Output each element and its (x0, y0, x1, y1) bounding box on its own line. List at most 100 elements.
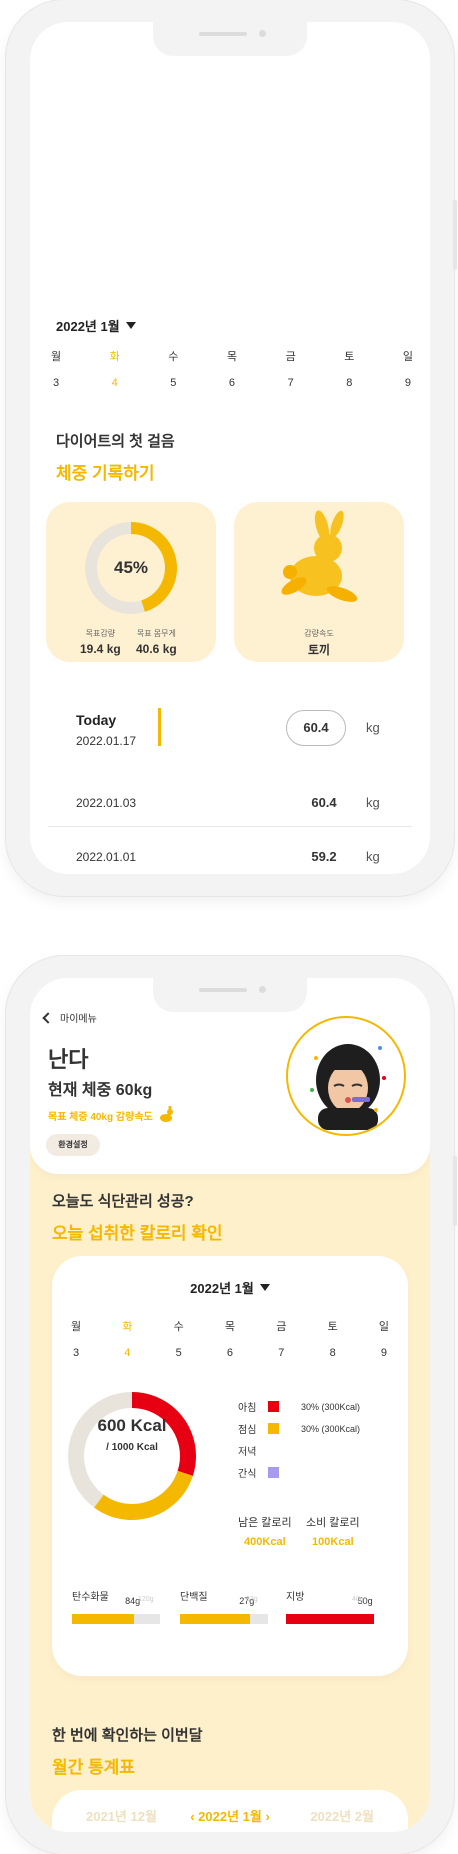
day-number: 3 (72, 1347, 80, 1359)
weekday-label: 금 (276, 1321, 287, 1333)
remaining-value: 400Kcal (244, 1536, 286, 1548)
current-month-label: 2022년 1월 (198, 1809, 262, 1824)
record-today-title: Today (76, 712, 117, 728)
weight-unit: kg (366, 795, 380, 810)
meal-row: 저녁 (238, 1443, 301, 1458)
week-day[interactable]: 수5 (165, 1318, 193, 1359)
meal-label: 아침 (238, 1403, 257, 1414)
goal-summary: 목표 체중 40kg 감량속도 (48, 1106, 177, 1124)
weekday-label: 일 (378, 1321, 390, 1333)
next-month[interactable]: 2022년 2월 (310, 1806, 374, 1825)
nutrient-bar (72, 1614, 160, 1624)
day-number: 6 (228, 377, 236, 389)
today-indicator (158, 708, 161, 746)
chevron-left-icon[interactable]: ‹ (190, 1809, 194, 1824)
nutrient-item: 지방 50g 40g (286, 1588, 374, 1624)
section-title-line2: 체중 기록하기 (56, 464, 155, 483)
progress-percent: 45% (113, 558, 149, 577)
speaker-icon (199, 988, 247, 992)
month-label: 2022년 1월 (56, 319, 120, 334)
speed-card[interactable]: 감량속도 토끼 (234, 502, 404, 662)
nutrient-max: 40g (352, 1596, 364, 1603)
caret-down-icon (259, 1284, 270, 1291)
record-weight: 60.4 (311, 795, 337, 810)
week-strip: 월3화4수5목6금7토8일9 (42, 348, 422, 389)
record-date: 2022.01.01 (76, 850, 137, 864)
back-button[interactable]: 마이메뉴 (42, 1010, 97, 1025)
avatar-image (310, 1044, 386, 1130)
day-number: 9 (404, 377, 411, 389)
week-strip: 월3화4수5목6금7토8일9 (62, 1318, 398, 1359)
calorie-goal: / 1000 Kcal (106, 1442, 158, 1453)
chevron-right-icon[interactable]: › (265, 1809, 269, 1824)
week-day[interactable]: 화4 (101, 348, 129, 389)
section-title: 다이어트의 첫 걸음 체중 기록하기 (56, 430, 175, 484)
record-date: 2022.01.17 (76, 734, 137, 748)
progress-card: 45% 목표감량 19.4 kg 목표 몸무게 40.6 kg (46, 502, 216, 662)
week-day[interactable]: 토8 (335, 348, 363, 389)
section-title: 오늘도 식단관리 성공? 오늘 섭취한 칼로리 확인 (52, 1190, 223, 1244)
day-number: 6 (226, 1347, 234, 1359)
weight-input[interactable]: 60.4 (286, 710, 346, 746)
week-day[interactable]: 목6 (218, 348, 246, 389)
avatar[interactable] (286, 1016, 406, 1136)
week-day[interactable]: 일9 (370, 1318, 398, 1359)
record-weight: 59.2 (311, 849, 337, 864)
remaining-calories: 남은 칼로리 400Kcal (238, 1514, 292, 1548)
burned-value: 100Kcal (312, 1536, 354, 1548)
burned-label: 소비 칼로리 (306, 1517, 360, 1529)
meal-color-swatch (268, 1401, 279, 1412)
week-day[interactable]: 금7 (267, 1318, 295, 1359)
meal-color-swatch (268, 1467, 279, 1478)
rabbit-icon (159, 1106, 173, 1122)
day-number: 4 (124, 1347, 131, 1359)
weekday-label: 목 (226, 351, 238, 363)
day-number: 4 (111, 377, 118, 389)
record-row[interactable]: 2022.01.03 60.4 kg (30, 792, 430, 836)
weight-unit: kg (366, 720, 380, 735)
weekday-label: 토 (344, 351, 355, 363)
day-number: 3 (52, 377, 60, 389)
week-day[interactable]: 화4 (113, 1318, 141, 1359)
meal-label: 저녁 (238, 1447, 257, 1458)
nutrient-bar-fill (286, 1614, 374, 1624)
month-label: 2022년 1월 (190, 1281, 254, 1296)
meal-row: 아침 30% (300Kcal) (238, 1399, 360, 1414)
week-day[interactable]: 토8 (319, 1318, 347, 1359)
nutrient-bar (286, 1614, 374, 1624)
month-selector[interactable]: 2022년 1월 (52, 1278, 408, 1297)
nutrient-item: 단백질 27g 33g (180, 1588, 268, 1624)
meal-color-swatch (268, 1423, 279, 1434)
phone-frame-mypage: 마이메뉴 난다 현재 체중 60kg 목표 체중 40kg 감량속도 환경설정 (6, 956, 457, 1854)
record-date: 2022.01.03 (76, 796, 137, 810)
chevron-left-icon (42, 1011, 54, 1024)
day-number: 7 (278, 1347, 285, 1359)
week-day[interactable]: 월3 (42, 348, 70, 389)
week-day[interactable]: 목6 (216, 1318, 244, 1359)
goal-loss: 목표감량 19.4 kg (80, 628, 121, 656)
nutrient-bar (180, 1614, 268, 1624)
back-label: 마이메뉴 (60, 1014, 97, 1025)
calorie-total: 600 Kcal (97, 1416, 167, 1435)
meal-label: 간식 (238, 1469, 257, 1480)
weight-unit: kg (366, 849, 380, 864)
side-button (453, 1156, 457, 1226)
nutrient-max: 33g (246, 1596, 258, 1603)
week-day[interactable]: 금7 (277, 348, 305, 389)
goal-weight-label: 목표 몸무게 (136, 629, 176, 638)
week-day[interactable]: 수5 (159, 348, 187, 389)
monthly-title: 한 번에 확인하는 이번달 월간 통계표 (52, 1724, 203, 1778)
month-selector[interactable]: 2022년 1월 (56, 316, 136, 335)
calorie-card: 2022년 1월 월3화4수5목6금7토8일9 600 Kcal / 1000 … (52, 1256, 408, 1676)
settings-button[interactable]: 환경설정 (46, 1134, 100, 1156)
day-number: 8 (329, 1347, 336, 1359)
camera-icon (259, 30, 266, 37)
record-row[interactable]: 2022.01.01 59.2 kg (30, 846, 430, 874)
nutrient-bar-fill (180, 1614, 251, 1624)
rabbit-icon (281, 510, 358, 602)
nutrient-max: 120g (138, 1596, 154, 1603)
weekday-label: 화 (122, 1321, 133, 1333)
week-day[interactable]: 일9 (394, 348, 422, 389)
week-day[interactable]: 월3 (62, 1318, 90, 1359)
remaining-label: 남은 칼로리 (238, 1517, 292, 1529)
